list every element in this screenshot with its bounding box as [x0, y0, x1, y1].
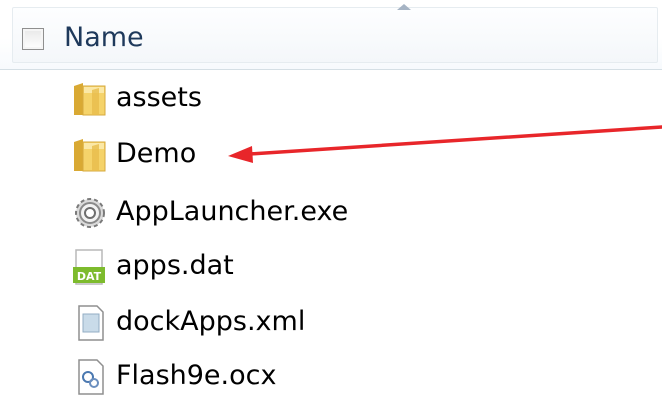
dat-icon-text: DAT	[77, 270, 102, 283]
executable-gear-icon	[75, 198, 105, 228]
folder-icon	[74, 83, 106, 116]
file-row-applauncher[interactable]: AppLauncher.exe	[64, 186, 484, 238]
file-name: assets	[116, 82, 202, 113]
file-name: AppLauncher.exe	[116, 196, 349, 227]
folder-icon	[74, 139, 106, 172]
file-name: apps.dat	[116, 250, 234, 281]
sort-ascending-icon	[397, 4, 411, 10]
select-all-checkbox[interactable]	[22, 28, 44, 50]
file-row-flash9e-ocx[interactable]: Flash9e.ocx	[64, 350, 484, 398]
file-name: Demo	[116, 138, 197, 169]
document-icon	[78, 305, 104, 341]
name-column-label: Name	[64, 22, 144, 53]
activex-component-icon	[78, 359, 104, 395]
file-row-assets[interactable]: assets	[64, 72, 484, 124]
column-header-bar: Name	[0, 0, 662, 70]
dat-file-icon: DAT	[73, 249, 105, 285]
file-row-apps-dat[interactable]: DAT apps.dat	[64, 240, 484, 292]
file-row-demo[interactable]: Demo	[64, 128, 484, 180]
file-name: Flash9e.ocx	[116, 360, 277, 391]
file-name: dockApps.xml	[116, 306, 306, 337]
file-row-dockapps-xml[interactable]: dockApps.xml	[64, 296, 484, 348]
